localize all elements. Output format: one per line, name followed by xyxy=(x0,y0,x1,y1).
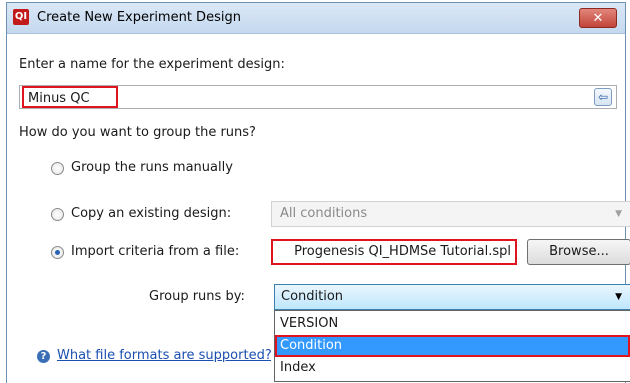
group-by-select[interactable]: Condition ▼ xyxy=(274,284,630,310)
copy-design-value: All conditions xyxy=(280,206,368,221)
group-by-label: Group runs by: xyxy=(149,289,245,304)
app-logo-icon: QI xyxy=(13,9,29,25)
chevron-down-icon: ▼ xyxy=(615,209,622,219)
dialog-title: Create New Experiment Design xyxy=(37,10,241,25)
group-by-value: Condition xyxy=(281,289,344,304)
title-bar: QI Create New Experiment Design ✕ xyxy=(7,3,625,34)
radio-copy-design[interactable] xyxy=(51,208,64,221)
back-arrow-icon[interactable]: ⇦ xyxy=(594,88,612,106)
dropdown-option-condition[interactable]: Condition xyxy=(275,335,630,357)
radio-group-manually[interactable] xyxy=(51,162,64,175)
group-by-dropdown: VERSION Condition Index xyxy=(274,310,630,382)
close-button[interactable]: ✕ xyxy=(579,8,617,28)
dialog-window: QI Create New Experiment Design ✕ Enter … xyxy=(6,2,630,383)
dropdown-option-version[interactable]: VERSION xyxy=(275,313,630,335)
import-file-value: Progenesis QI_HDMSe Tutorial.spl xyxy=(294,244,511,259)
radio-label-group-manually[interactable]: Group the runs manually xyxy=(71,160,233,175)
group-prompt: How do you want to group the runs? xyxy=(19,125,256,140)
radio-label-import-criteria[interactable]: Import criteria from a file: xyxy=(71,244,239,259)
help-icon: ? xyxy=(37,350,50,363)
radio-import-criteria[interactable] xyxy=(51,246,64,259)
dropdown-option-index[interactable]: Index xyxy=(275,357,630,379)
browse-button[interactable]: Browse... xyxy=(527,239,630,265)
file-formats-help-link[interactable]: What file formats are supported? xyxy=(57,348,271,363)
name-prompt: Enter a name for the experiment design: xyxy=(19,57,285,72)
import-file-input[interactable]: Progenesis QI_HDMSe Tutorial.spl xyxy=(271,239,517,265)
design-name-input[interactable]: Minus QC ⇦ xyxy=(19,85,617,109)
copy-design-select: All conditions ▼ xyxy=(271,201,630,227)
radio-label-copy-design[interactable]: Copy an existing design: xyxy=(71,206,231,221)
chevron-down-icon: ▼ xyxy=(615,292,622,302)
design-name-value: Minus QC xyxy=(22,86,118,108)
